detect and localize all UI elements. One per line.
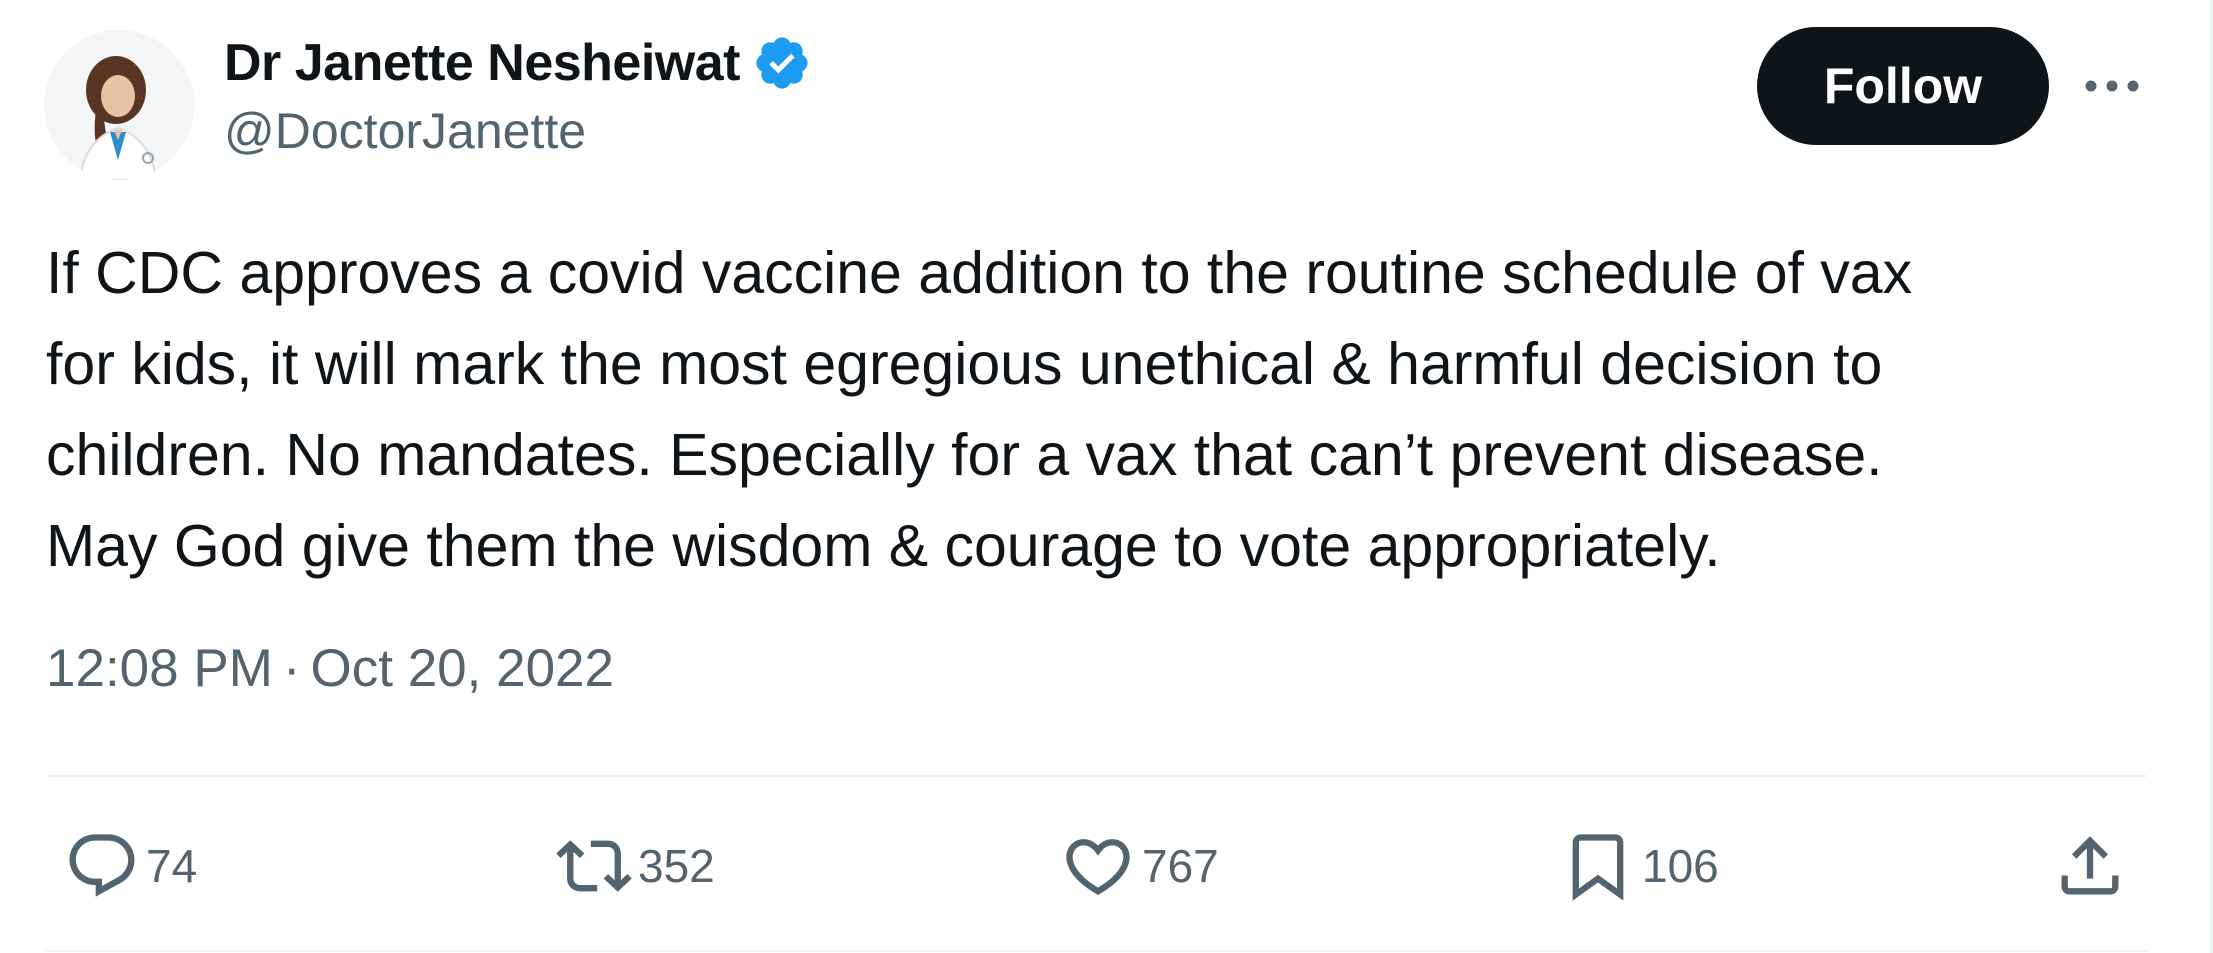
retweet-icon (556, 840, 632, 892)
display-name[interactable]: Dr Janette Nesheiwat (224, 33, 740, 93)
tweet-text-line: children. No mandates. Especially for a … (46, 422, 1883, 488)
share-button[interactable] (2052, 828, 2128, 904)
follow-button[interactable]: Follow (1757, 27, 2049, 145)
divider (46, 950, 2147, 952)
tweet-text-line: May God give them the wisdom & courage t… (46, 513, 1721, 579)
tweet-time[interactable]: 12:08 PM (46, 638, 273, 699)
share-icon (2061, 836, 2119, 895)
like-count: 767 (1142, 840, 1219, 892)
author-name-line: Dr Janette Nesheiwat (224, 28, 812, 98)
bookmark-icon (1572, 834, 1624, 901)
tweet-text-line: If CDC approves a covid vaccine addition… (46, 240, 1913, 306)
tweet-text-line: for kids, it will mark the most egregiou… (46, 331, 1883, 397)
verified-badge-icon (752, 33, 812, 93)
tweet-timestamp[interactable]: 12:08 PM · Oct 20, 2022 (46, 638, 614, 699)
heart-icon (1066, 839, 1130, 896)
avatar-image (44, 30, 194, 180)
divider (46, 775, 2147, 777)
author-handle[interactable]: @DoctorJanette (224, 102, 586, 160)
timestamp-separator: · (282, 639, 301, 698)
bookmark-count: 106 (1642, 840, 1719, 892)
tweet-date[interactable]: Oct 20, 2022 (311, 638, 614, 699)
reply-button[interactable]: 74 (64, 828, 197, 904)
reply-count: 74 (146, 840, 198, 892)
like-button[interactable]: 767 (1060, 828, 1219, 904)
bookmark-button[interactable]: 106 (1560, 828, 1719, 904)
avatar[interactable] (44, 30, 194, 180)
tweet-text: If CDC approves a covid vaccine addition… (46, 228, 2166, 592)
reply-icon (69, 834, 135, 897)
more-options-button[interactable] (2078, 60, 2146, 112)
more-horizontal-icon (2085, 80, 2139, 92)
retweet-button[interactable]: 352 (556, 828, 715, 904)
retweet-count: 352 (638, 840, 715, 892)
